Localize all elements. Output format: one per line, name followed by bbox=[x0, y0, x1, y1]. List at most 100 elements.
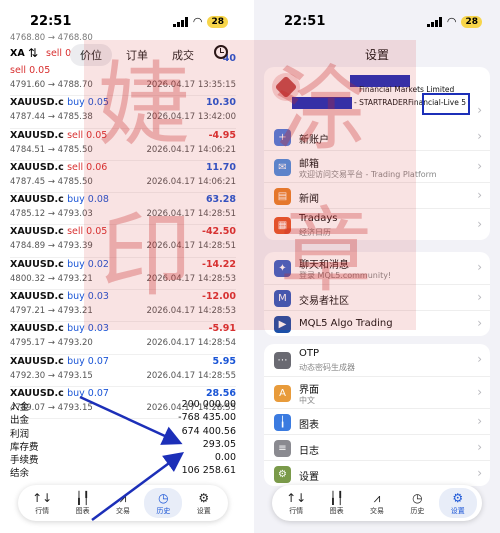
settings-item[interactable]: ⋯ OTP 动态密码生成器 › bbox=[264, 344, 490, 376]
news-icon: ▤ bbox=[274, 187, 291, 205]
wifi-icon: ◠ bbox=[192, 15, 203, 28]
settings-screen: 22:51 ◠ 28 设置 Financial Markets Limited … bbox=[254, 0, 500, 533]
trade-row[interactable]: XAUUSD.c buy 0.05 10.30 4787.44 → 4785.38 2… bbox=[10, 96, 236, 129]
tab-trade[interactable]: ⩘ 交易 bbox=[104, 488, 142, 518]
tab-label: 历史 bbox=[410, 506, 425, 515]
trade-list: sell 0.05 4791.60 → 4788.70 2026.04.17 13:… bbox=[10, 64, 236, 420]
settings-item[interactable]: ✉ 邮箱 欢迎访问交易平台 - Trading Platform › bbox=[264, 150, 490, 182]
tab-chart[interactable]: ╽╿ 图表 bbox=[64, 488, 102, 518]
status-indicators: ◠ 28 bbox=[427, 15, 482, 28]
trade-icon: ⩘ bbox=[373, 490, 381, 505]
trade-row[interactable]: sell 0.05 4791.60 → 4788.70 2026.04.17 13:… bbox=[10, 64, 236, 97]
trade-time: 2026.04.17 14:28:53 bbox=[146, 273, 236, 284]
trade-time: 2026.04.17 14:28:51 bbox=[146, 241, 236, 252]
settings-item[interactable]: + 新账户 › bbox=[264, 124, 490, 150]
signal-icon bbox=[427, 16, 442, 27]
trade-profit: -14.22 bbox=[202, 258, 236, 270]
tab-history[interactable]: ◷ 历史 bbox=[144, 488, 183, 518]
trade-symbol: XAUUSD.c buy 0.07 bbox=[10, 356, 109, 367]
trade-profit: -5.91 bbox=[208, 323, 236, 335]
settings-item-label: 图表 bbox=[299, 420, 319, 431]
summary-row: 库存费 293.05 bbox=[10, 439, 236, 453]
interface-icon: A bbox=[274, 384, 291, 402]
history-screen: 22:51 ◠ 28 4768.80 → 4768.80 ⇅ XA sell 0… bbox=[0, 0, 246, 533]
tab-label: 历史 bbox=[156, 506, 171, 515]
summary-value: 200 000.00 bbox=[181, 399, 236, 410]
trade-row[interactable]: XAUUSD.c buy 0.07 5.95 4792.30 → 4793.15 20… bbox=[10, 355, 236, 387]
trade-profit: -4.95 bbox=[208, 129, 236, 141]
bottom-tab-bar: ↑↓ 行情 ╽╿ 图表 ⩘ 交易 ◷ 历史 ⚙ 设置 bbox=[18, 485, 228, 521]
summary-value: -768 435.00 bbox=[178, 412, 236, 424]
tab-history[interactable]: ◷ 历史 bbox=[398, 488, 436, 518]
tab-quotes[interactable]: ↑↓ 行情 bbox=[23, 488, 61, 518]
tab-orders[interactable]: 订单 bbox=[116, 44, 158, 66]
tab-chart[interactable]: ╽╿ 图表 bbox=[318, 488, 356, 518]
tab-positions[interactable]: 价位 bbox=[70, 44, 112, 66]
trade-symbol-text: XAUUSD.c bbox=[10, 226, 64, 238]
trade-side: sell 0.05 bbox=[10, 65, 51, 76]
settings-item[interactable]: ▤ 新闻 › bbox=[264, 182, 490, 208]
settings-item[interactable]: ⚙ 设置 › bbox=[264, 460, 490, 486]
settings-icon: ⚙ bbox=[198, 490, 210, 505]
summary-label: 结余 bbox=[10, 468, 30, 480]
trade-row[interactable]: XAUUSD.c buy 0.08 63.28 4785.12 → 4793.03 2… bbox=[10, 193, 236, 226]
settings-item[interactable]: ╽ 图表 › bbox=[264, 408, 490, 434]
trade-prices: 4787.44 → 4785.38 bbox=[10, 112, 93, 123]
history-clock-icon[interactable] bbox=[214, 45, 228, 59]
chevron-right-icon: › bbox=[477, 188, 482, 202]
chart-icon: ╽╿ bbox=[75, 490, 90, 505]
sort-icon[interactable]: ⇅ bbox=[28, 46, 38, 60]
trade-symbol-text: XAUUSD.c bbox=[10, 291, 64, 303]
mql5-community-icon: M bbox=[274, 289, 291, 307]
settings-item[interactable]: ✦ 聊天和消息 登录 MQL5.community! › bbox=[264, 252, 490, 284]
settings-item-label: 新闻 bbox=[299, 194, 319, 205]
trade-symbol: XAUUSD.c buy 0.05 bbox=[10, 97, 109, 108]
tradays-icon: ▦ bbox=[274, 216, 291, 234]
chart-settings-icon: ╽ bbox=[274, 413, 291, 431]
settings-item-label: 新账户 bbox=[299, 135, 329, 146]
summary-label: 入金 bbox=[10, 402, 30, 413]
tab-settings[interactable]: ⚙ 设置 bbox=[185, 488, 223, 518]
tab-settings[interactable]: ⚙ 设置 bbox=[438, 488, 477, 518]
chevron-right-icon: › bbox=[477, 414, 482, 428]
settings-group-app: ⋯ OTP 动态密码生成器 › A 界面 中文 › ╽ 图表 › ≡ 日志 › ⚙ 设置 › bbox=[264, 344, 490, 486]
trade-row[interactable]: XAUUSD.c buy 0.02 -14.22 4800.32 → 4793.21… bbox=[10, 258, 236, 291]
trade-symbol-text: XAUUSD.c bbox=[10, 323, 64, 335]
tab-label: 设置 bbox=[196, 506, 211, 515]
trade-row[interactable]: XAUUSD.c buy 0.03 -5.91 4795.17 → 4793.20 2… bbox=[10, 322, 236, 355]
trade-row[interactable]: XAUUSD.c sell 0.05 -42.50 4784.89 → 4793.3… bbox=[10, 225, 236, 258]
settings-item[interactable]: ≡ 日志 › bbox=[264, 434, 490, 460]
settings-item[interactable]: M 交易者社区 › bbox=[264, 284, 490, 310]
battery-indicator: 28 bbox=[207, 15, 228, 28]
battery-indicator: 28 bbox=[461, 15, 482, 28]
trade-side: buy 0.03 bbox=[67, 291, 109, 303]
settings-item[interactable]: ▶ MQL5 Algo Trading › bbox=[264, 310, 490, 336]
account-summary: 入金 200 000.00 出金 -768 435.00 利润 674 400.56 库存费… bbox=[10, 399, 236, 479]
trade-row[interactable]: XAUUSD.c sell 0.06 11.70 4787.45 → 4785.50… bbox=[10, 161, 236, 194]
trade-symbol: XAUUSD.c buy 0.07 bbox=[10, 388, 109, 399]
chevron-right-icon: › bbox=[477, 466, 482, 480]
settings-item-label: 聊天和消息 bbox=[299, 260, 349, 271]
trade-row[interactable]: XAUUSD.c sell 0.05 -4.95 4784.51 → 4785.50… bbox=[10, 129, 236, 161]
wifi-icon: ◠ bbox=[446, 15, 457, 28]
tab-trade[interactable]: ⩘ 交易 bbox=[358, 488, 396, 518]
history-icon: ◷ bbox=[158, 490, 169, 505]
trade-row[interactable]: XAUUSD.c buy 0.03 -12.00 4797.21 → 4793.21… bbox=[10, 290, 236, 323]
trade-side: buy 0.07 bbox=[67, 355, 109, 367]
settings-group-community: ✦ 聊天和消息 登录 MQL5.community! › M 交易者社区 › ▶ MQL5 Al… bbox=[264, 252, 490, 336]
trade-profit: 63.28 bbox=[205, 194, 236, 206]
algo-trading-icon: ▶ bbox=[274, 315, 291, 333]
trade-side: buy 0.03 bbox=[67, 323, 109, 335]
tab-deals[interactable]: 成交 bbox=[162, 44, 204, 66]
settings-item[interactable]: A 界面 中文 › bbox=[264, 376, 490, 408]
settings-item-subtitle: 欢迎访问交易平台 - Trading Platform bbox=[299, 170, 437, 179]
trade-symbol-text: XAUUSD.c bbox=[10, 161, 64, 173]
journal-icon: ≡ bbox=[274, 439, 291, 457]
tab-quotes[interactable]: ↑↓ 行情 bbox=[277, 488, 315, 518]
trade-symbol-text: XAUUSD.c bbox=[10, 258, 64, 270]
trade-side: sell 0.06 bbox=[67, 161, 108, 173]
tab-label: 行情 bbox=[35, 506, 50, 515]
settings-item[interactable]: ▦ Tradays 经济日历 › bbox=[264, 208, 490, 240]
otp-icon: ⋯ bbox=[274, 351, 291, 369]
summary-label: 手续费 bbox=[10, 455, 39, 467]
